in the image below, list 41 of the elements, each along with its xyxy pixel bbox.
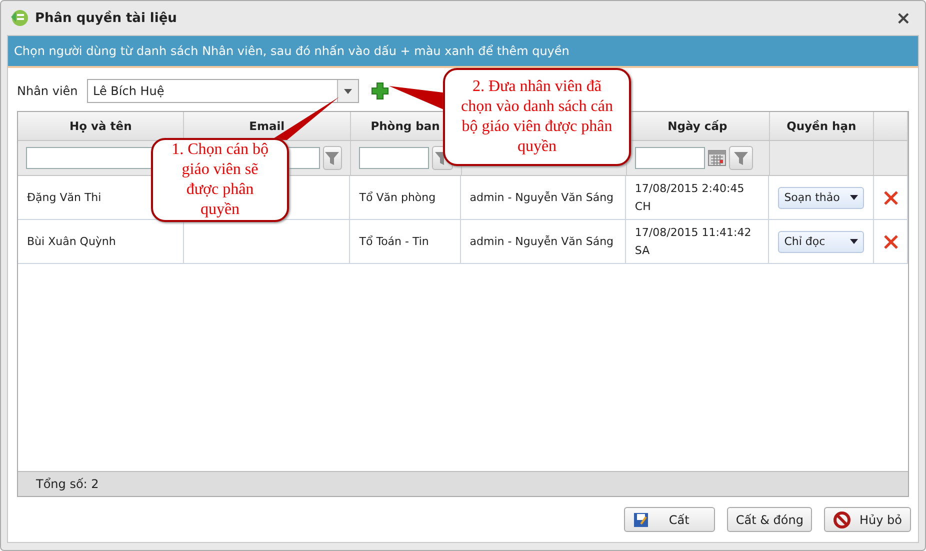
funnel-icon (734, 152, 748, 164)
column-header[interactable]: Quyền hạn (786, 119, 856, 133)
callout-tooltip: 1. Chọn cán bộ giáo viên sẽ được phân quyền (151, 138, 289, 222)
caret-icon (344, 88, 352, 94)
dialog-button[interactable]: Hủy bỏ (824, 507, 911, 532)
no-entry-icon (833, 510, 852, 528)
dialog-button[interactable]: Cất (624, 507, 715, 532)
table-cell-text: Tổ Toán - Tin (359, 234, 429, 250)
table-cell-text: admin - Nguyễn Văn Sáng (470, 190, 614, 206)
funnel-icon (325, 152, 340, 164)
column-header[interactable]: Ngày cấp (668, 119, 728, 133)
dialog-button[interactable]: Cất & đóng (726, 507, 812, 532)
table-cell-text: Bùi Xuân Quỳnh (27, 234, 116, 250)
employee-dropdown[interactable]: Lê Bích Huệ (87, 79, 359, 103)
table-cell-text: admin - Nguyễn Văn Sáng (470, 234, 614, 250)
calendar-icon[interactable] (708, 150, 726, 166)
permission-dropdown[interactable]: Soạn thảo (778, 186, 864, 208)
caret-icon (850, 239, 858, 244)
add-plus-icon[interactable] (371, 82, 389, 100)
instruction-banner: Chọn người dùng từ danh sách Nhân viên, sau đó nhấn vào dấu + màu xanh để thêm quyền (8, 36, 918, 68)
close-button[interactable]: × (890, 8, 917, 28)
filter-button[interactable] (728, 146, 753, 170)
table-cell-text: 17/08/2015 2:40:45 CH (634, 180, 746, 214)
filter-button[interactable] (322, 146, 342, 170)
app-logo-icon (9, 8, 29, 28)
table-cell-text: 17/08/2015 11:41:42 SA (634, 224, 752, 258)
callout-tooltip: 2. Đưa nhân viên đã chọn vào danh sách cán bộ giáo viên được phân quyền (443, 68, 631, 166)
delete-x-icon[interactable] (884, 190, 898, 204)
total-count: Tổng số: 2 (36, 477, 99, 491)
filter-field[interactable] (634, 147, 705, 169)
column-header[interactable]: Họ và tên (69, 119, 132, 133)
permission-dropdown[interactable]: Chỉ đọc (778, 230, 864, 252)
employee-label: Nhân viên (17, 84, 79, 98)
table-cell-text: Đặng Văn Thi (27, 190, 102, 206)
delete-x-icon[interactable] (884, 234, 898, 248)
filter-field[interactable] (358, 147, 429, 169)
caret-icon (850, 195, 858, 200)
column-header[interactable]: Email (249, 119, 285, 133)
window-title: Phân quyền tài liệu (35, 10, 178, 26)
column-header[interactable]: Phòng ban (370, 119, 440, 133)
table-cell-text: Tổ Văn phòng (359, 190, 436, 206)
